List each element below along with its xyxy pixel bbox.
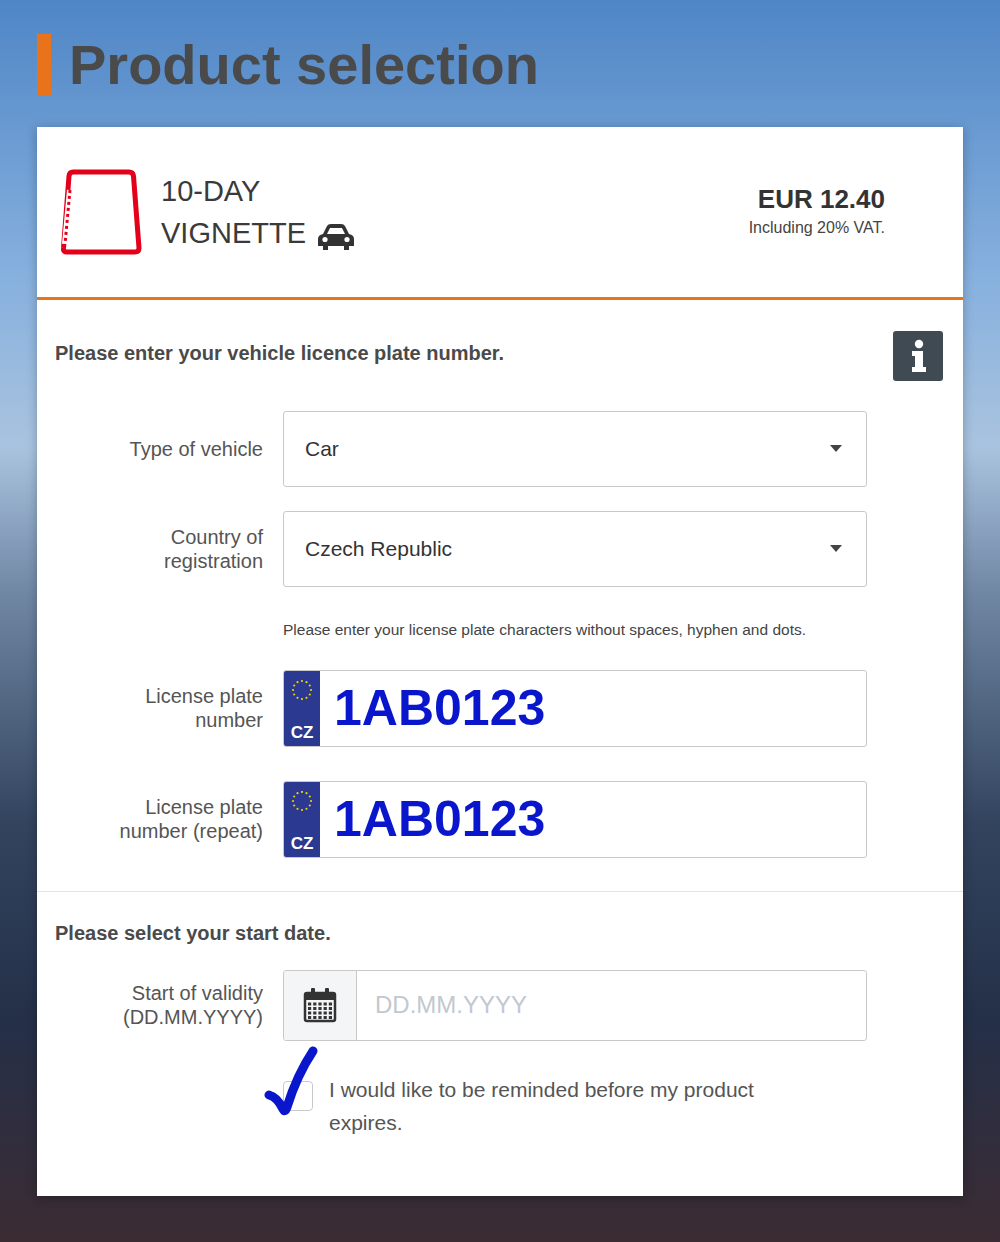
plate-field: CZ bbox=[283, 781, 867, 858]
vehicle-section: Please enter your vehicle licence plate … bbox=[37, 300, 963, 891]
plate-input[interactable] bbox=[320, 671, 866, 746]
plate-input[interactable] bbox=[320, 782, 866, 857]
eu-stars-icon bbox=[289, 788, 315, 814]
section-heading: Please select your start date. bbox=[55, 918, 945, 948]
select-value: Car bbox=[305, 433, 339, 465]
date-row: Start of validity (DD.MM.YYYY) bbox=[55, 970, 945, 1041]
plate-row: License plate number CZ bbox=[55, 670, 945, 747]
date-section: Please select your start date. Start of v… bbox=[37, 891, 963, 1196]
product-name-line: 10-DAY bbox=[161, 170, 356, 212]
car-icon bbox=[316, 214, 356, 244]
page-header: Product selection bbox=[37, 28, 963, 102]
reminder-label[interactable]: I would like to be reminded before my pr… bbox=[329, 1073, 829, 1140]
product-name: 10-DAY VIGNETTE bbox=[161, 170, 356, 254]
vehicle-heading-row: Please enter your vehicle licence plate … bbox=[55, 338, 945, 381]
date-input[interactable] bbox=[357, 971, 866, 1040]
vignette-icon bbox=[59, 166, 143, 258]
title-accent-bar bbox=[37, 34, 51, 96]
field-label: Start of validity (DD.MM.YYYY) bbox=[55, 981, 263, 1029]
date-field bbox=[283, 970, 867, 1041]
eu-band: CZ bbox=[284, 671, 320, 746]
price-box: EUR 12.40Including 20% VAT. bbox=[749, 184, 885, 239]
select-field[interactable]: Car bbox=[283, 411, 867, 487]
select-row: Country of registration Czech Republic bbox=[55, 511, 945, 587]
section-heading: Please enter your vehicle licence plate … bbox=[55, 338, 504, 368]
product-card: 10-DAY VIGNETTE EUR 12.40Including 20% VAT… bbox=[37, 127, 963, 1196]
field-label: Country of registration bbox=[55, 525, 263, 573]
eu-stars-icon bbox=[289, 677, 315, 703]
reminder-row: I would like to be reminded before my pr… bbox=[283, 1073, 945, 1140]
product-header: 10-DAY VIGNETTE EUR 12.40Including 20% VAT… bbox=[37, 127, 963, 300]
product-name-line: VIGNETTE bbox=[161, 212, 356, 254]
field-label: Type of vehicle bbox=[55, 437, 263, 461]
country-code: CZ bbox=[291, 724, 314, 741]
product-info: 10-DAY VIGNETTE bbox=[59, 166, 356, 258]
reminder-checkbox[interactable] bbox=[283, 1081, 313, 1111]
price: EUR 12.40 bbox=[749, 184, 885, 215]
field-label: License plate number (repeat) bbox=[55, 795, 263, 843]
country-code: CZ bbox=[291, 835, 314, 852]
plate-row: License plate number (repeat) CZ bbox=[55, 781, 945, 858]
check-mark-icon bbox=[263, 1045, 325, 1117]
plate-field: CZ bbox=[283, 670, 867, 747]
select-value: Czech Republic bbox=[305, 533, 452, 565]
product-name-text: 10-DAY bbox=[161, 175, 260, 207]
field-label: License plate number bbox=[55, 684, 263, 732]
info-icon[interactable] bbox=[893, 331, 943, 381]
calendar-icon bbox=[303, 987, 337, 1023]
plate-hint: Please enter your license plate characte… bbox=[283, 617, 873, 643]
eu-band: CZ bbox=[284, 782, 320, 857]
caret-icon bbox=[830, 445, 842, 453]
product-name-text: VIGNETTE bbox=[161, 217, 306, 249]
calendar-button[interactable] bbox=[284, 971, 357, 1040]
page-title: Product selection bbox=[69, 34, 539, 96]
vat-note: Including 20% VAT. bbox=[749, 216, 885, 240]
select-row: Type of vehicle Car bbox=[55, 411, 945, 487]
caret-icon bbox=[830, 545, 842, 553]
select-field[interactable]: Czech Republic bbox=[283, 511, 867, 587]
reminder-checkbox-wrap bbox=[283, 1081, 313, 1111]
